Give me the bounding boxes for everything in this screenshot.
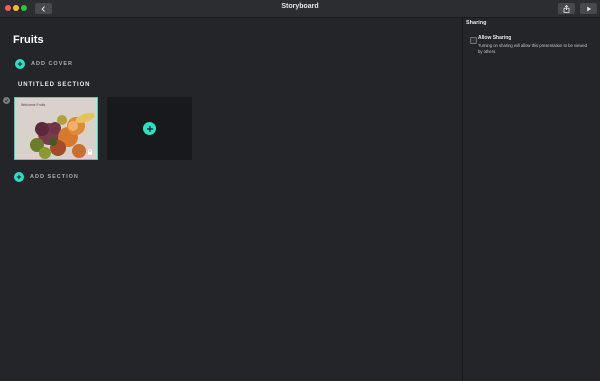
section-title[interactable]: UNTITLED SECTION bbox=[18, 82, 90, 88]
play-button[interactable] bbox=[580, 3, 597, 14]
sharing-heading: Sharing bbox=[466, 20, 487, 26]
window-title: Storyboard bbox=[281, 3, 319, 10]
share-button[interactable] bbox=[558, 3, 575, 14]
storyboard-main: Fruits ADD COVER UNTITLED SECTION Welcom… bbox=[0, 18, 462, 381]
sharing-panel: Sharing Allow Sharing Turning on sharing… bbox=[462, 18, 600, 381]
plus-icon bbox=[143, 122, 156, 135]
add-cover-label: ADD COVER bbox=[31, 61, 74, 67]
add-cover-button[interactable]: ADD COVER bbox=[15, 59, 73, 69]
allow-sharing-label[interactable]: Allow Sharing bbox=[478, 35, 511, 41]
add-section-button[interactable]: ADD SECTION bbox=[14, 172, 79, 182]
share-icon bbox=[563, 4, 570, 13]
slide-thumbnail[interactable]: Welcome Fruits bbox=[14, 97, 98, 160]
add-section-label: ADD SECTION bbox=[30, 174, 79, 180]
allow-sharing-checkbox[interactable] bbox=[470, 37, 477, 44]
add-slide-button[interactable] bbox=[107, 97, 192, 160]
fruit-image bbox=[15, 98, 97, 159]
plus-icon bbox=[15, 59, 25, 69]
allow-sharing-description: Turning on sharing will allow this prese… bbox=[478, 43, 588, 54]
check-icon[interactable] bbox=[3, 97, 10, 104]
play-icon bbox=[586, 6, 591, 11]
slide-caption: Welcome Fruits bbox=[21, 103, 46, 107]
page-title: Fruits bbox=[13, 34, 44, 46]
lock-icon bbox=[88, 149, 92, 155]
title-bar: Storyboard bbox=[0, 0, 600, 18]
plus-icon bbox=[14, 172, 24, 182]
